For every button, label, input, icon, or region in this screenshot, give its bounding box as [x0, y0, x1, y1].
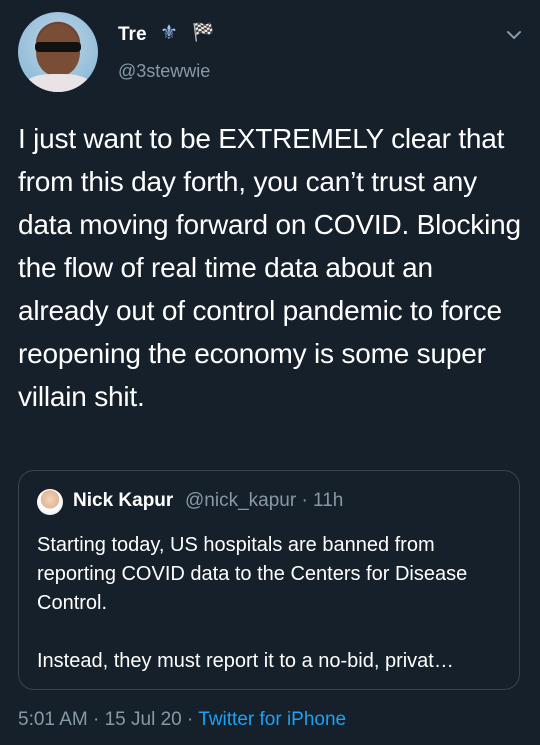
quoted-paragraph-1: Starting today, US hospitals are banned …: [37, 534, 468, 614]
chevron-down-icon[interactable]: [505, 26, 523, 44]
quoted-tweet[interactable]: Nick Kapur @nick_kapur · 11h Starting to…: [18, 470, 520, 690]
author-handle[interactable]: @3stewwie: [118, 61, 210, 82]
quoted-handle-time: @nick_kapur · 11h: [185, 490, 344, 511]
quoted-avatar[interactable]: [37, 489, 63, 515]
quoted-paragraph-2: Instead, they must report it to a no-bid…: [37, 650, 454, 672]
quoted-display-name: Nick Kapur: [73, 490, 174, 511]
tweet: Tre ⚜ 🏁 @3stewwie I just want to be EXTR…: [0, 0, 540, 745]
tweet-text: I just want to be EXTREMELY clear that f…: [18, 123, 521, 412]
quoted-text: Starting today, US hospitals are banned …: [37, 531, 505, 676]
tweet-time: 5:01 AM: [18, 709, 88, 730]
fleur-de-lis-emoji: ⚜: [160, 22, 178, 44]
meta-separator: ·: [87, 709, 105, 730]
display-name[interactable]: Tre: [118, 24, 147, 46]
tweet-source-link[interactable]: Twitter for iPhone: [198, 709, 346, 730]
avatar-glasses: [35, 42, 81, 52]
avatar-shirt: [24, 74, 92, 92]
tweet-date: 15 Jul 20: [104, 709, 182, 730]
meta-separator: ·: [181, 709, 199, 730]
checkered-flag-emoji: 🏁: [192, 22, 215, 42]
tweet-meta: 5:01 AM · 15 Jul 20 · Twitter for iPhone: [18, 709, 346, 731]
avatar[interactable]: [18, 12, 98, 92]
